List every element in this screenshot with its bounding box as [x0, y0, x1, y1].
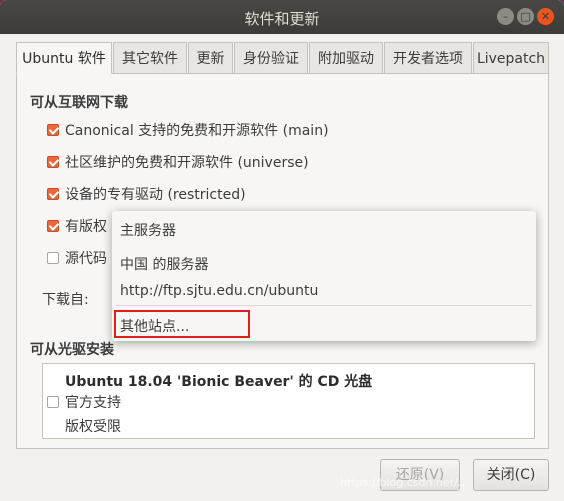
cdrom-restricted-label: 版权受限 — [65, 419, 121, 435]
highlight-annotation-box — [114, 310, 250, 338]
close-button[interactable]: 关闭(C) — [473, 459, 549, 491]
source-multiverse-label: 有版权 — [65, 219, 107, 235]
checkbox-unchecked-icon[interactable] — [47, 252, 59, 264]
tab-additional-drivers[interactable]: 附加驱动 — [309, 42, 383, 74]
tab-authentication[interactable]: 身份验证 — [234, 42, 308, 74]
window-title: 软件和更新 — [244, 10, 320, 28]
menu-item-main-server[interactable]: 主服务器 — [120, 220, 176, 240]
download-from-label: 下载自: — [42, 292, 89, 308]
software-updates-window: 软件和更新 – □ ✕ Ubuntu 软件 其它软件 更新 身份验证 附加驱动 … — [0, 0, 564, 501]
menu-item-sjtu-mirror[interactable]: http://ftp.sjtu.edu.cn/ubuntu — [120, 283, 318, 299]
maximize-icon[interactable]: □ — [517, 8, 534, 25]
checkbox-checked-icon[interactable] — [47, 124, 59, 136]
checkbox-checked-icon[interactable] — [47, 188, 59, 200]
close-icon[interactable]: ✕ — [537, 8, 554, 25]
menu-item-china-server[interactable]: 中国 的服务器 — [120, 254, 208, 274]
tab-livepatch[interactable]: Livepatch — [473, 42, 549, 74]
tab-developer-options[interactable]: 开发者选项 — [384, 42, 472, 74]
cdrom-title: Ubuntu 18.04 'Bionic Beaver' 的 CD 光盘 — [65, 374, 373, 390]
source-universe-label: 社区维护的免费和开源软件 (universe) — [65, 155, 309, 171]
checkbox-unchecked-icon[interactable] — [47, 396, 59, 408]
source-main-label: Canonical 支持的免费和开源软件 (main) — [65, 123, 329, 139]
tab-ubuntu-software[interactable]: Ubuntu 软件 — [16, 42, 112, 74]
internet-section-title: 可从互联网下载 — [30, 95, 128, 111]
minimize-icon[interactable]: – — [497, 8, 514, 25]
title-bar: 软件和更新 – □ ✕ — [0, 0, 564, 34]
menu-separator — [116, 305, 532, 306]
watermark: https://blog.csdn.net/... — [340, 476, 469, 489]
tab-other-software[interactable]: 其它软件 — [113, 42, 187, 74]
tab-updates[interactable]: 更新 — [188, 42, 233, 74]
cdrom-official-label: 官方支持 — [65, 395, 121, 411]
source-code-label: 源代码 — [65, 251, 107, 267]
source-restricted-label: 设备的专有驱动 (restricted) — [65, 187, 246, 203]
checkbox-checked-icon[interactable] — [47, 220, 59, 232]
checkbox-checked-icon[interactable] — [47, 156, 59, 168]
cdrom-section-title: 可从光驱安装 — [30, 342, 114, 358]
